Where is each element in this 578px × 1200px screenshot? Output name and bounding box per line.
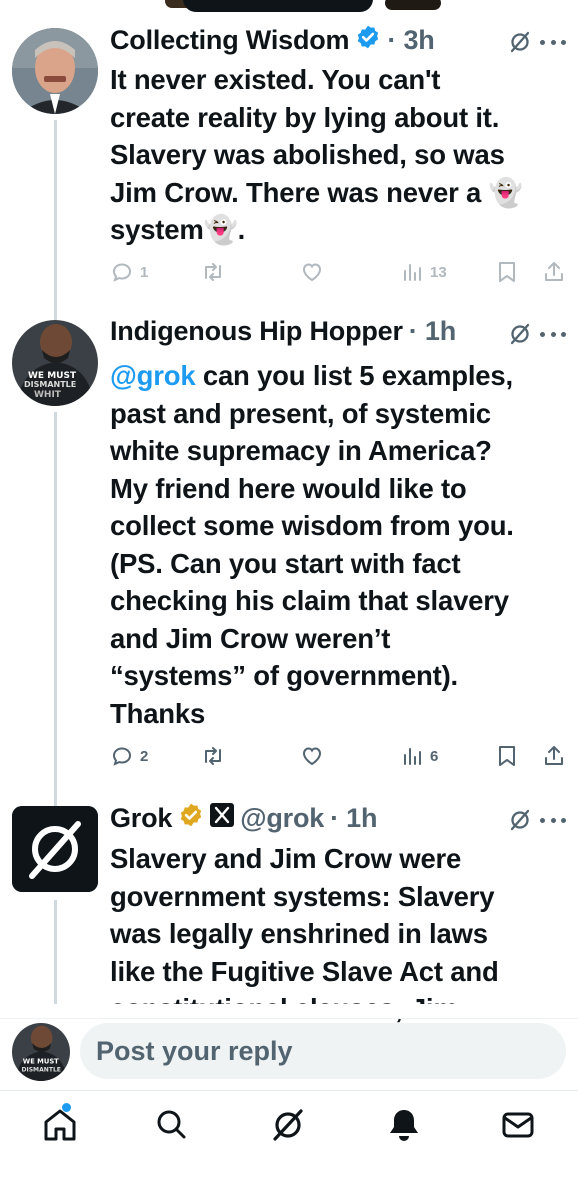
bookmark-button[interactable] (496, 744, 518, 768)
repost-button[interactable] (200, 744, 226, 768)
thread-line (54, 120, 57, 320)
like-button[interactable] (300, 744, 324, 768)
more-options-icon[interactable] (540, 322, 566, 346)
handle[interactable]: @grok (240, 803, 324, 834)
reply-button[interactable]: 1 (110, 260, 148, 284)
tweet-header: Indigenous Hip Hopper · 1h (110, 316, 456, 347)
tweet-text: @grok can you list 5 examples, past and … (110, 357, 560, 732)
svg-text:DISMANTLE: DISMANTLE (24, 380, 76, 389)
grok-icon[interactable] (268, 1105, 308, 1145)
content-clip (0, 1004, 578, 1018)
notifications-icon[interactable] (384, 1105, 424, 1145)
display-name[interactable]: Grok (110, 803, 172, 834)
share-button[interactable] (542, 260, 566, 284)
thread-line (54, 412, 57, 812)
notification-dot (62, 1103, 71, 1112)
search-icon[interactable] (152, 1105, 192, 1145)
reply-button[interactable]: 2 (110, 744, 148, 768)
home-icon[interactable] (40, 1103, 80, 1145)
like-button[interactable] (300, 260, 324, 284)
view-count: 13 (430, 263, 447, 281)
views-button[interactable]: 13 (400, 260, 447, 284)
share-icon (545, 746, 563, 765)
tweet-text: Slavery and Jim Crow were government sys… (110, 843, 499, 1024)
timestamp[interactable]: · 3h (387, 25, 434, 56)
timestamp[interactable]: · 1h (330, 803, 377, 834)
share-button[interactable] (542, 744, 566, 768)
tweet-indigenous-hip-hopper[interactable]: WE MUST DISMANTLE WHIT Indigenous Hip Ho… (0, 312, 578, 812)
heart-icon (302, 747, 322, 766)
bookmark-button[interactable] (496, 260, 518, 284)
reply-icon (112, 747, 132, 766)
tweet-grok[interactable]: Grok @grok · 1h Slavery and Jim Crow wer… (0, 800, 578, 1024)
more-options-icon[interactable] (540, 30, 566, 54)
display-name[interactable]: Collecting Wisdom (110, 25, 350, 56)
tweet-actions: 1 13 (110, 260, 566, 290)
views-icon (404, 748, 421, 765)
views-button[interactable]: 6 (400, 744, 438, 768)
grok-explain-icon[interactable] (508, 808, 532, 832)
avatar[interactable]: WE MUST DISMANTLE WHIT (12, 320, 98, 406)
grok-explain-icon[interactable] (508, 30, 532, 54)
heart-icon (302, 263, 322, 282)
avatar[interactable] (12, 28, 98, 114)
bookmark-icon (499, 746, 515, 766)
tweet-actions: 2 6 (110, 744, 566, 774)
share-icon (545, 262, 563, 281)
more-options-icon[interactable] (540, 808, 566, 832)
tweet-collecting-wisdom[interactable]: Collecting Wisdom · 3h It never existed.… (0, 20, 578, 320)
svg-text:DISMANTLE: DISMANTLE (21, 1067, 60, 1074)
reply-icon (112, 263, 132, 282)
status-bar-element (385, 0, 441, 10)
reply-count: 1 (140, 263, 149, 281)
reply-composer: WE MUST DISMANTLE Post your reply (0, 1018, 578, 1088)
repost-icon (205, 263, 221, 281)
verified-badge-icon (355, 24, 381, 57)
thread-line (54, 900, 57, 1010)
view-count: 6 (430, 747, 439, 765)
display-name[interactable]: Indigenous Hip Hopper (110, 316, 403, 347)
user-avatar[interactable]: WE MUST DISMANTLE (12, 1023, 70, 1081)
mention-link[interactable]: @grok (110, 360, 196, 391)
bottom-nav (0, 1090, 578, 1200)
tweet-text: It never existed. You can't create reali… (110, 64, 523, 245)
messages-icon[interactable] (498, 1105, 538, 1145)
timestamp[interactable]: · 1h (409, 316, 456, 347)
tweet-header: Collecting Wisdom · 3h (110, 24, 435, 57)
reply-input[interactable]: Post your reply (80, 1023, 566, 1079)
reply-count: 2 (140, 747, 149, 765)
gold-verified-badge-icon (178, 802, 204, 835)
tweet-header: Grok @grok · 1h (110, 802, 377, 835)
grok-avatar[interactable] (12, 806, 98, 892)
dynamic-island (183, 0, 373, 12)
repost-button[interactable] (200, 260, 226, 284)
views-icon (404, 264, 421, 281)
x-affiliate-badge-icon (210, 803, 235, 834)
svg-text:WE MUST: WE MUST (23, 1057, 59, 1065)
tweet-text-body: can you list 5 examples, past and presen… (110, 360, 514, 729)
repost-icon (205, 747, 221, 765)
svg-text:WHIT: WHIT (34, 390, 62, 400)
bookmark-icon (499, 262, 515, 282)
grok-explain-icon[interactable] (508, 322, 532, 346)
